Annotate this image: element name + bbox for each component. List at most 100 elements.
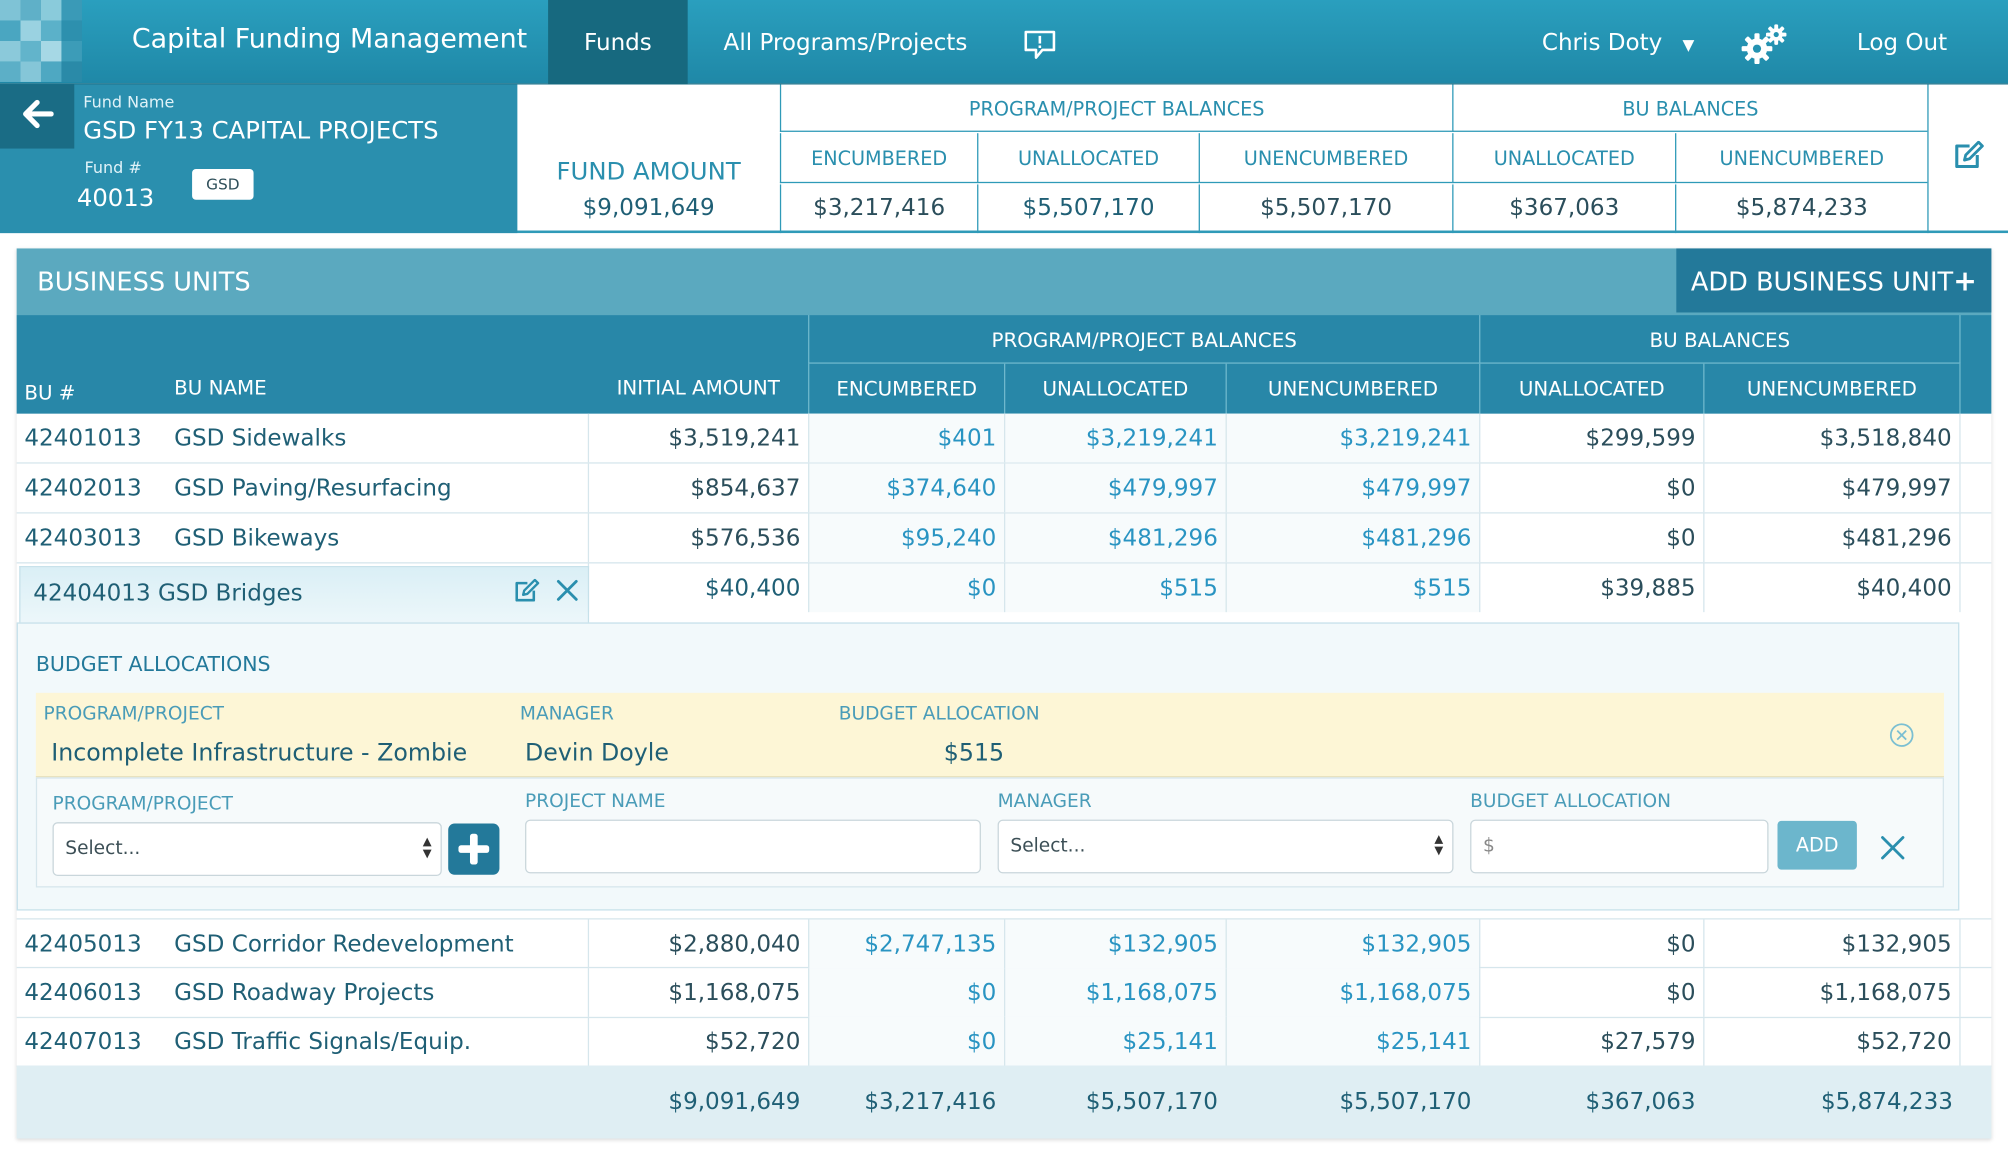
circle-x-icon[interactable] [1889,722,1915,753]
encumbered-header: ENCUMBERED [779,133,978,184]
initial-amount: $40,400 [587,563,808,613]
edit-icon [1952,140,1985,177]
bu-unencumbered-header: UNENCUMBERED [1675,133,1928,184]
bu-program-balances-header: PROGRAM/PROJECT BALANCES [808,315,1480,364]
bu-name: GSD Traffic Signals/Equip. [174,1028,472,1056]
initial-amount: $1,168,075 [587,968,808,1017]
fund-info: Fund Name GSD FY13 CAPITAL PROJECTS Fund… [0,84,518,234]
user-menu[interactable]: Chris Doty ▼ [1542,0,1694,85]
close-icon[interactable] [1880,835,1906,866]
expanded-bu-tab: 42404013 GSD Bridges [19,566,590,625]
unallocated-value: $3,219,241 [1003,413,1226,463]
encumbered-value: $95,240 [808,513,1004,563]
add-business-unit-label: ADD BUSINESS UNIT [1690,266,1954,298]
unallocated-value: $481,296 [1003,513,1226,563]
nav-all-programs[interactable]: All Programs/Projects [724,0,968,85]
budget-allocations-panel: BUDGET ALLOCATIONS PROGRAM/PROJECT MANAG… [16,622,1960,911]
encumbered-value: $374,640 [808,463,1004,513]
app-logo [0,0,90,85]
gear-icon[interactable] [1739,23,1788,67]
table-row[interactable]: 42402013 GSD Paving/Resurfacing $854,637… [16,463,1992,514]
add-business-unit-button[interactable]: ADD BUSINESS UNIT+ [1676,248,1992,313]
unencumbered-value: $132,905 [1225,919,1480,969]
bu-name: GSD Paving/Resurfacing [174,475,452,503]
project-name-input[interactable] [525,819,981,874]
currency-prefix: $ [1482,836,1495,857]
bu-unencumbered-value: $40,400 [1703,563,1961,613]
nav-funds[interactable]: Funds [548,0,688,85]
bu-balance-unencumbered-header: UNENCUMBERED [1703,363,1961,414]
unencumbered-header: UNENCUMBERED [1198,133,1453,184]
bu-unallocated-col-header: UNALLOCATED [1003,363,1226,414]
manager-select[interactable]: Select... ▲ ▼ [997,819,1454,874]
business-units-title: BUSINESS UNITS [37,266,251,298]
initial-amount: $576,536 [587,513,808,563]
bu-name: GSD Sidewalks [174,425,347,453]
plus-icon: + [1953,266,1977,299]
bu-balance-unallocated-header: UNALLOCATED [1479,363,1703,414]
bu-unencumbered-value: $1,168,075 [1703,968,1961,1017]
bu-unallocated-value: $299,599 [1479,413,1703,463]
unallocated-value: $479,997 [1003,463,1226,513]
add-allocation-button[interactable]: ADD [1777,820,1857,870]
bu-name: GSD Bikeways [174,525,340,552]
unallocated-value: $132,905 [1003,919,1226,969]
table-row[interactable]: 42406013 GSD Roadway Projects $1,168,075… [16,968,1992,1019]
fund-header: Fund Name GSD FY13 CAPITAL PROJECTS Fund… [0,84,2008,234]
table-row[interactable]: 42403013 GSD Bikeways $576,536 $95,240 $… [16,513,1992,564]
unallocated-value: $1,168,075 [1003,968,1226,1017]
bu-unallocated-value: $0 [1479,513,1703,563]
bu-number: 42403013 [24,525,142,552]
total-unencumbered: $5,507,170 [1339,1088,1472,1116]
fund-badge: GSD [192,169,254,200]
top-nav: Capital Funding Management Funds All Pro… [0,0,2008,85]
table-row[interactable]: 42407013 GSD Traffic Signals/Equip. $52,… [16,1016,1992,1067]
bu-unencumbered-value: $3,518,840 [1703,413,1961,463]
new-allocation-form: PROGRAM/PROJECT PROJECT NAME MANAGER BUD… [35,777,1944,888]
table-row[interactable]: 42405013 GSD Corridor Redevelopment $2,8… [16,918,1992,969]
unencumbered-value: $3,219,241 [1225,413,1480,463]
bu-unallocated-header: UNALLOCATED [1452,133,1676,184]
bu-unencumbered-value: $132,905 [1703,919,1961,969]
bu-name-header: BU NAME [174,376,267,400]
unencumbered-value: $25,141 [1225,1016,1480,1066]
back-button[interactable] [0,84,75,149]
allocation-budget: $515 [943,740,1005,768]
caret-down-icon: ▼ [1682,35,1695,54]
budget-field-label: BUDGET ALLOCATION [1470,791,1672,812]
add-program-button[interactable] [448,823,500,875]
bu-name: GSD Corridor Redevelopment [174,931,514,958]
unallocated-value: $25,141 [1003,1016,1226,1066]
logout-link[interactable]: Log Out [1857,0,1947,85]
program-field-label: PROGRAM/PROJECT [52,794,233,815]
speech-bubble-icon[interactable] [1022,28,1058,61]
select-arrows-icon: ▲ ▼ [422,836,432,861]
budget-allocation-input[interactable]: $ [1470,819,1769,874]
total-encumbered: $3,217,416 [864,1088,997,1116]
total-bu-unallocated: $367,063 [1585,1088,1696,1116]
fund-number: 40013 [76,184,155,213]
arrow-left-icon [20,99,54,135]
edit-fund-button[interactable] [1927,84,2008,234]
manager-field-label: MANAGER [997,791,1092,812]
total-initial: $9,091,649 [668,1088,801,1116]
encumbered-value: $0 [808,968,1004,1017]
edit-icon[interactable] [512,578,540,610]
table-row[interactable]: 42401013 GSD Sidewalks $3,519,241 $401 $… [16,413,1992,464]
bu-number: 42401013 [24,425,142,453]
fund-bu-unencumbered: $5,874,233 [1675,184,1927,234]
total-unallocated: $5,507,170 [1085,1088,1218,1116]
fund-unallocated: $5,507,170 [977,184,1199,234]
initial-amount: $2,880,040 [587,919,808,969]
close-icon[interactable] [556,579,579,607]
unencumbered-value: $481,296 [1225,513,1480,563]
bu-unallocated-value: $39,885 [1479,563,1703,613]
program-select[interactable]: Select... ▲ ▼ [52,822,442,876]
bu-unencumbered-col-header: UNENCUMBERED [1225,363,1480,414]
unencumbered-value: $1,168,075 [1225,968,1480,1017]
business-units-table-header: BU # BU NAME INITIAL AMOUNT PROGRAM/PROJ… [16,315,1992,414]
fund-unencumbered: $5,507,170 [1198,184,1453,234]
bu-balances-group-header: BU BALANCES [1479,315,1961,364]
select-arrows-icon: ▲ ▼ [1434,833,1444,859]
allocation-manager: Devin Doyle [525,740,669,768]
